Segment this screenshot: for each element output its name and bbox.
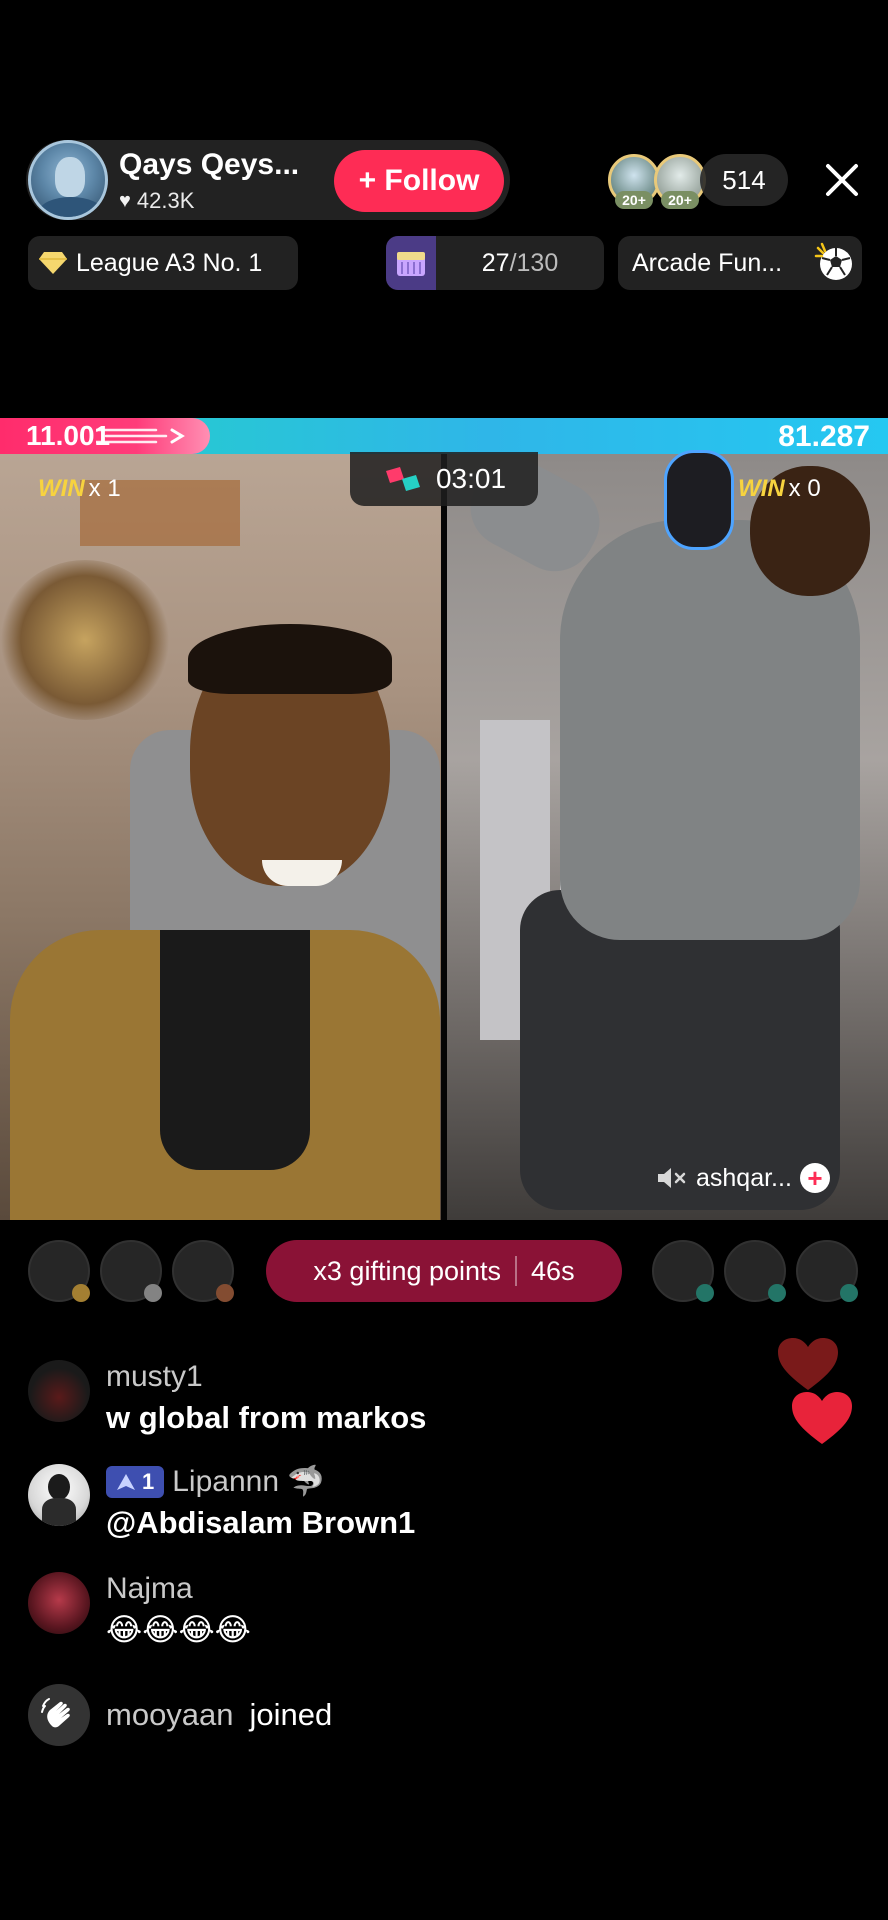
rank-icon [144, 1284, 162, 1302]
background-decor [0, 560, 170, 720]
chat-user-line: 1 Lipannn 🦈 [106, 1464, 415, 1499]
left-win-count: x 1 [88, 475, 121, 502]
host-avatar-face [55, 157, 85, 197]
right-win-label: WIN [738, 475, 785, 502]
chat-body: Najma 😂😂😂😂 [106, 1572, 251, 1648]
chat-username[interactable]: musty1 [106, 1360, 426, 1394]
left-score: 11.001 [26, 420, 111, 451]
top-gifter-avatar[interactable] [172, 1240, 234, 1302]
rank-number: 1 [142, 1468, 155, 1494]
versus-icon [385, 467, 420, 491]
timer-text: 03:01 [435, 463, 507, 494]
top-viewers[interactable]: 20+ 20+ [608, 154, 706, 209]
follow-opponent-icon[interactable]: + [799, 1163, 830, 1193]
gift-goal-icon [386, 236, 436, 290]
left-win-label: WIN [38, 475, 85, 502]
chat-avatar[interactable] [28, 1572, 90, 1634]
floating-heart-icon [792, 1392, 852, 1444]
viewer-count[interactable]: 514 [700, 154, 788, 206]
top-gifter-avatar[interactable] [28, 1240, 90, 1302]
opponent-tag[interactable]: ashqar... + [656, 1160, 862, 1196]
avatar-figure [48, 1474, 70, 1500]
opponent-name: ashqar... [696, 1163, 792, 1192]
host-avatar-shoulders [39, 197, 103, 217]
gifting-label: x3 gifting points [313, 1255, 502, 1286]
chat-message[interactable]: musty1 w global from markos [28, 1360, 426, 1436]
floating-heart-icon [778, 1338, 838, 1390]
arrow-up-icon [117, 1473, 135, 1490]
right-win-streak: WIN x 0 [738, 475, 821, 503]
top-gifter-avatar[interactable] [652, 1240, 714, 1302]
host-name[interactable]: Qays Qeys... [119, 148, 299, 182]
host-likes: ♥ 42.3K [119, 188, 194, 214]
chat-text: w global from markos [106, 1400, 427, 1435]
diamond-icon [39, 252, 67, 274]
opponent-headset [664, 450, 734, 550]
wave-hand-icon [28, 1684, 90, 1746]
host-shirt [160, 930, 310, 1170]
league-label: League A3 No. 1 [76, 248, 263, 277]
join-notice: mooyaan joined [28, 1684, 332, 1746]
arcade-badge[interactable]: Arcade Fun... [618, 236, 862, 290]
battle-score-bar: 11.001 81.287 [0, 418, 888, 454]
chat-username[interactable]: Lipannn 🦈 [172, 1464, 324, 1499]
host-hair [188, 624, 392, 694]
chat-body: 1 Lipannn 🦈 @Abdisalam Brown1 [106, 1464, 415, 1541]
gift-goal-current: 27 [481, 248, 510, 277]
chat-avatar[interactable] [28, 1360, 90, 1422]
right-score: 81.287 [778, 420, 870, 453]
top-viewer-avatar[interactable]: 20+ [654, 154, 706, 209]
subscriber-rank-badge: 1 [106, 1465, 165, 1498]
close-icon [826, 164, 858, 196]
rank-icon [768, 1284, 786, 1302]
battle-timer: 03:01 [350, 452, 538, 506]
rank-icon [696, 1284, 714, 1302]
rank-icon [216, 1284, 234, 1302]
muted-speaker-icon [658, 1168, 686, 1188]
gift-goal-total: /130 [509, 248, 559, 277]
viewer-level-badge: 20+ [615, 191, 653, 209]
viewer-level-badge: 20+ [661, 191, 699, 209]
league-badge[interactable]: League A3 No. 1 [28, 236, 298, 290]
gift-goal-badge[interactable]: 27/130 [386, 236, 604, 290]
host-likes-count: 42.3K [136, 188, 195, 213]
streak-arrows-icon [96, 428, 185, 444]
video-divider [441, 454, 447, 1220]
top-viewer-avatar[interactable]: 20+ [608, 154, 660, 209]
follow-button[interactable]: + Follow [334, 150, 504, 212]
chat-text: 😂😂😂😂 [106, 1612, 251, 1647]
rank-icon [840, 1284, 858, 1302]
arcade-label: Arcade Fun... [632, 248, 783, 277]
join-username[interactable]: mooyaan [106, 1697, 234, 1733]
top-gifter-avatar[interactable] [724, 1240, 786, 1302]
right-win-count: x 0 [788, 475, 821, 502]
close-button[interactable] [820, 158, 864, 202]
separator [515, 1256, 518, 1286]
gifting-countdown: 46s [531, 1255, 575, 1286]
host-avatar[interactable] [28, 140, 108, 220]
top-gifter-avatar[interactable] [100, 1240, 162, 1302]
soccer-ball-icon [814, 242, 852, 280]
top-gifter-avatar[interactable] [796, 1240, 858, 1302]
avatar-figure-body [42, 1498, 76, 1526]
chat-body: musty1 w global from markos [106, 1360, 426, 1436]
left-win-streak: WIN x 1 [38, 475, 121, 503]
gifting-points-banner[interactable]: x3 gifting points 46s [266, 1240, 622, 1302]
heart-icon: ♥ [119, 189, 131, 212]
join-text: joined [249, 1697, 333, 1732]
rank-icon [72, 1284, 90, 1302]
gift-goal-progress: 27/130 [436, 249, 604, 278]
chat-text: @Abdisalam Brown1 [106, 1505, 416, 1540]
chat-message[interactable]: 1 Lipannn 🦈 @Abdisalam Brown1 [28, 1464, 415, 1541]
chat-avatar[interactable] [28, 1464, 90, 1526]
chat-username[interactable]: Najma [106, 1572, 251, 1606]
chat-message[interactable]: Najma 😂😂😂😂 [28, 1572, 251, 1648]
